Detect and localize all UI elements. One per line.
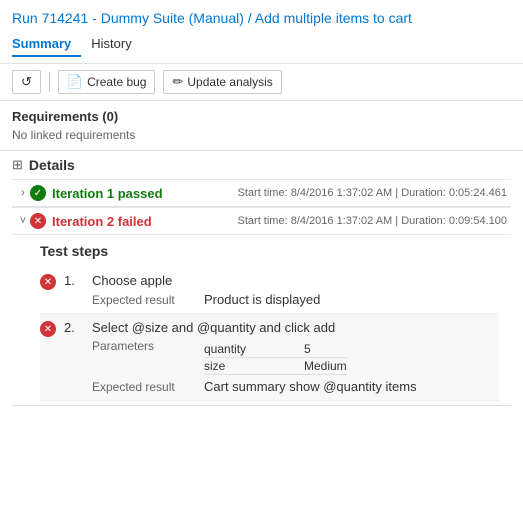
param-quantity-value: 5 <box>304 342 311 356</box>
step-2-content: Select @size and @quantity and click add… <box>92 320 499 394</box>
page-title: Run 714241 - Dummy Suite (Manual) / Add … <box>12 10 511 26</box>
requirements-section: Requirements (0) No linked requirements <box>0 101 523 151</box>
create-bug-button[interactable]: 📄 Create bug <box>58 70 156 94</box>
iteration-2-status-icon: ✕ <box>30 213 46 229</box>
param-size-name: size <box>204 359 284 373</box>
step-1-expected-value: Product is displayed <box>204 292 320 307</box>
iteration-1-label: Iteration 1 passed <box>52 186 182 201</box>
step-2-number: 2. <box>64 320 84 335</box>
iteration-1-row[interactable]: › ✓ Iteration 1 passed Start time: 8/4/2… <box>12 179 511 206</box>
iteration-1-status-icon: ✓ <box>30 185 46 201</box>
iteration-2-block: ˅ ✕ Iteration 2 failed Start time: 8/4/2… <box>12 207 511 406</box>
step-2-params-label: Parameters <box>92 339 192 353</box>
details-expand-icon[interactable]: ⊞ <box>12 157 23 173</box>
step-1-expected-label: Expected result <box>92 293 192 307</box>
step-2-expected-label: Expected result <box>92 380 192 394</box>
step-1-action: Choose apple <box>92 273 499 288</box>
iteration-1-block: › ✓ Iteration 1 passed Start time: 8/4/2… <box>12 179 511 207</box>
step-2-status-icon: ✕ <box>40 321 56 337</box>
app-container: Run 714241 - Dummy Suite (Manual) / Add … <box>0 0 523 406</box>
refresh-button[interactable]: ↺ <box>12 70 41 94</box>
step-1-number: 1. <box>64 273 84 288</box>
step-2-action: Select @size and @quantity and click add <box>92 320 499 335</box>
param-row-quantity: quantity 5 <box>204 341 347 358</box>
bug-icon: 📄 <box>67 74 83 90</box>
param-quantity-name: quantity <box>204 342 284 356</box>
step-2-expected-value: Cart summary show @quantity items <box>204 379 417 394</box>
test-step-1: ✕ 1. Choose apple Expected result Produc… <box>40 267 499 314</box>
step-1-status-icon: ✕ <box>40 274 56 290</box>
requirements-title: Requirements (0) <box>12 109 511 124</box>
details-section: ⊞ Details › ✓ Iteration 1 passed Start t… <box>0 151 523 406</box>
step-2-expected: Expected result Cart summary show @quant… <box>92 379 499 394</box>
iteration-1-expand-icon: › <box>16 187 30 199</box>
test-step-2: ✕ 2. Select @size and @quantity and clic… <box>40 314 499 401</box>
param-size-value: Medium <box>304 359 347 373</box>
iteration-1-meta: Start time: 8/4/2016 1:37:02 AM | Durati… <box>238 187 511 199</box>
update-analysis-button[interactable]: ✏ Update analysis <box>163 70 281 94</box>
details-header: ⊞ Details <box>12 157 511 173</box>
header: Run 714241 - Dummy Suite (Manual) / Add … <box>0 0 523 64</box>
tab-bar: Summary History <box>12 32 511 57</box>
no-requirements-text: No linked requirements <box>12 128 511 142</box>
step-2-params: Parameters quantity 5 size Medium <box>92 339 499 375</box>
step-1-content: Choose apple Expected result Product is … <box>92 273 499 307</box>
param-row-size: size Medium <box>204 358 347 375</box>
refresh-icon: ↺ <box>21 74 32 90</box>
iteration-2-label: Iteration 2 failed <box>52 214 182 229</box>
step-2-params-table: quantity 5 size Medium <box>204 341 347 375</box>
test-steps-section: Test steps ✕ 1. Choose apple Expected re… <box>12 234 511 405</box>
iteration-2-meta: Start time: 8/4/2016 1:37:02 AM | Durati… <box>238 215 511 227</box>
details-title: Details <box>29 157 75 173</box>
iteration-2-expand-icon: ˅ <box>16 215 30 227</box>
tab-history[interactable]: History <box>91 32 141 57</box>
toolbar: ↺ 📄 Create bug ✏ Update analysis <box>0 64 523 101</box>
iteration-2-row[interactable]: ˅ ✕ Iteration 2 failed Start time: 8/4/2… <box>12 207 511 234</box>
edit-icon: ✏ <box>172 74 183 90</box>
tab-summary[interactable]: Summary <box>12 32 81 57</box>
test-steps-title: Test steps <box>40 243 499 259</box>
step-1-expected: Expected result Product is displayed <box>92 292 499 307</box>
toolbar-separator <box>49 72 50 92</box>
